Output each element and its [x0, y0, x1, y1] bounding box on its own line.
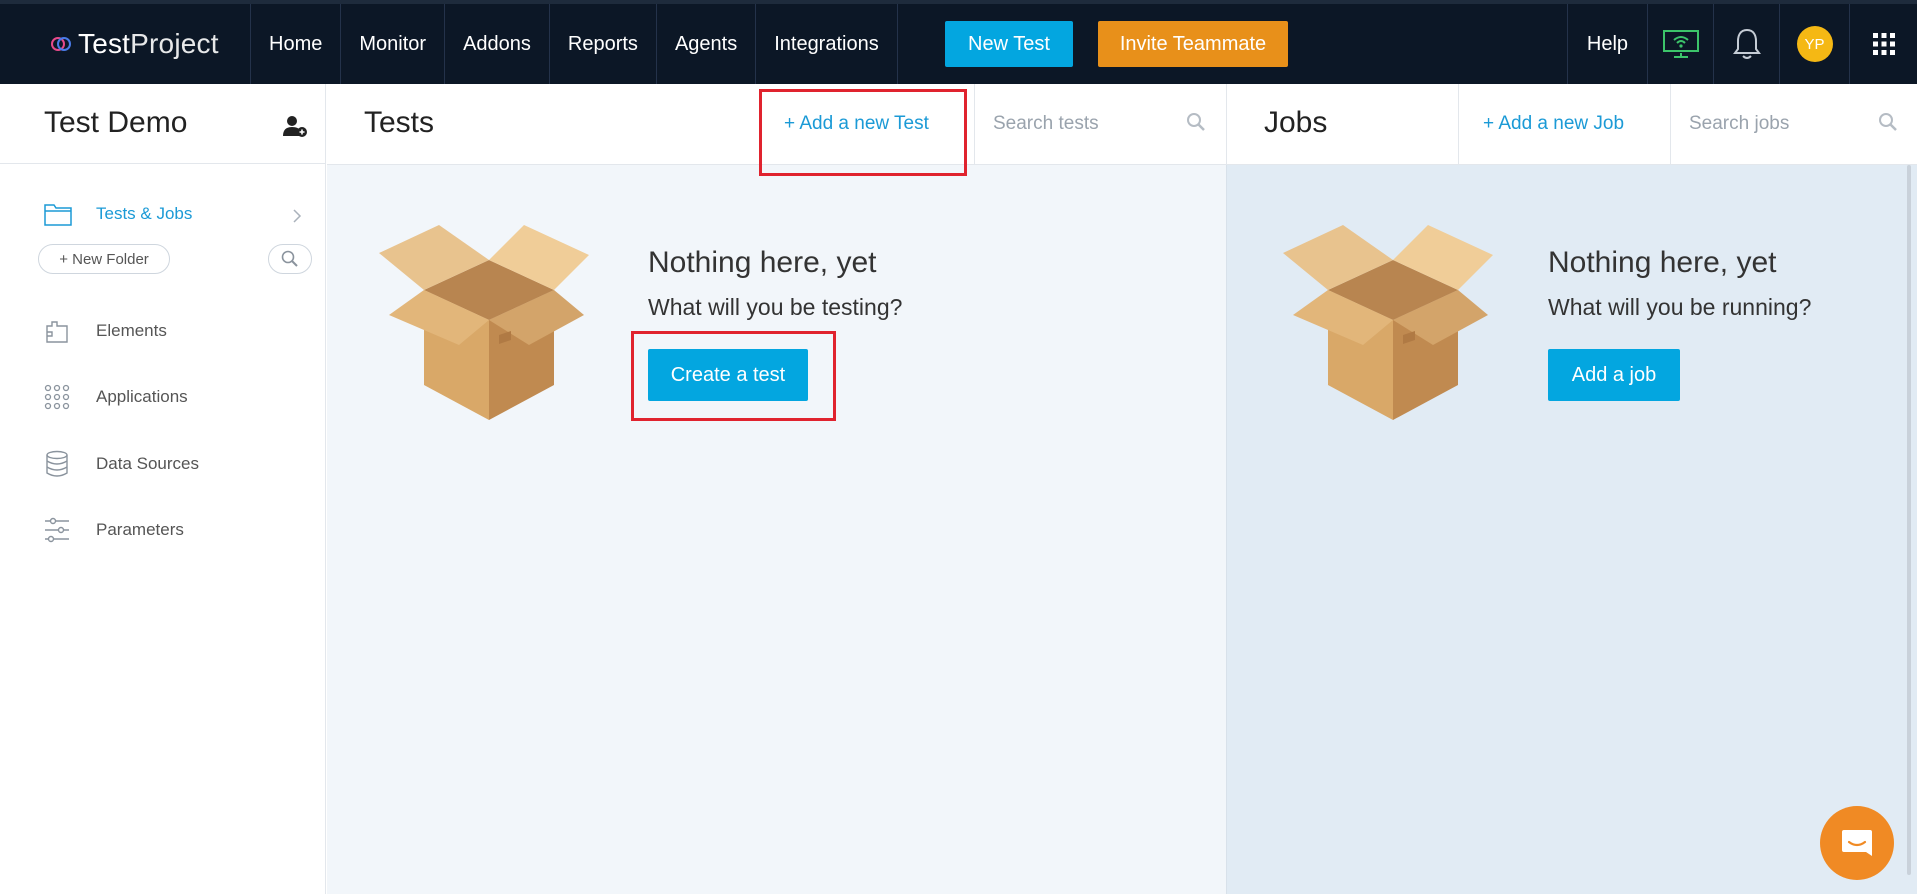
apps-menu-button[interactable] — [1849, 4, 1917, 84]
nav-reports[interactable]: Reports — [548, 4, 656, 84]
scrollbar[interactable] — [1907, 165, 1911, 875]
search-icon — [1187, 113, 1205, 131]
nav-agents[interactable]: Agents — [655, 4, 755, 84]
highlight-create-test — [631, 331, 836, 421]
add-job-button[interactable]: Add a job — [1548, 349, 1680, 401]
jobs-panel-header: Jobs + Add a new Job Search jobs — [1226, 84, 1917, 165]
help-link[interactable]: Help — [1567, 4, 1647, 84]
add-user-button[interactable] — [282, 114, 308, 143]
tests-panel-body: Nothing here, yet What will you be testi… — [327, 165, 1226, 894]
user-menu[interactable]: YP — [1779, 4, 1849, 84]
chat-launcher-button[interactable] — [1820, 806, 1894, 880]
main-nav: Home Monitor Addons Reports Agents Integ… — [250, 4, 898, 84]
sidebar-item-parameters[interactable]: Parameters — [44, 516, 184, 544]
search-icon — [281, 250, 298, 267]
notifications-button[interactable] — [1713, 4, 1779, 84]
empty-box-illustration — [1283, 225, 1493, 420]
search-icon — [1879, 113, 1897, 131]
chevron-right-icon[interactable] — [292, 208, 302, 224]
nav-monitor[interactable]: Monitor — [340, 4, 444, 84]
sidebar-item-label: Parameters — [96, 520, 184, 539]
bell-icon — [1732, 28, 1761, 59]
folder-icon — [44, 204, 72, 226]
search-jobs-placeholder: Search jobs — [1689, 113, 1790, 134]
logo-icon — [51, 37, 71, 51]
sidebar-item-elements[interactable]: Elements — [44, 318, 167, 344]
sidebar-item-label: Applications — [96, 387, 188, 406]
sidebar-item-label: Data Sources — [96, 454, 199, 473]
nav-addons[interactable]: Addons — [444, 4, 549, 84]
sliders-icon — [45, 517, 69, 543]
sidebar-item-data-sources[interactable]: Data Sources — [44, 450, 199, 478]
sidebar-item-label: Tests & Jobs — [96, 204, 193, 223]
logo-text: TestProject — [78, 28, 219, 59]
highlight-add-new-test — [759, 89, 967, 176]
search-jobs-input[interactable]: Search jobs — [1670, 84, 1917, 164]
agent-status-button[interactable] — [1647, 4, 1713, 84]
jobs-panel-body: Nothing here, yet What will you be runni… — [1226, 165, 1917, 894]
jobs-empty-title: Nothing here, yet — [1548, 246, 1777, 279]
avatar: YP — [1796, 26, 1833, 62]
tests-empty-subtitle: What will you be testing? — [648, 294, 903, 320]
nav-home[interactable]: Home — [250, 4, 340, 84]
empty-box-illustration — [379, 225, 589, 420]
nav-integrations[interactable]: Integrations — [755, 4, 898, 84]
jobs-empty-subtitle: What will you be running? — [1548, 294, 1812, 320]
project-title: Test Demo — [44, 106, 188, 139]
grid-menu-icon — [1872, 33, 1895, 55]
top-navigation-bar: TestProject Home Monitor Addons Reports … — [0, 0, 1917, 84]
monitor-wifi-icon — [1662, 30, 1699, 58]
database-icon — [46, 450, 68, 477]
sidebar-item-tests-jobs[interactable]: Tests & Jobs — [44, 202, 192, 226]
testproject-logo[interactable]: TestProject — [50, 28, 219, 60]
project-header: Test Demo — [0, 84, 325, 164]
sidebar-item-applications[interactable]: Applications — [44, 384, 188, 410]
sidebar-search-button[interactable] — [268, 244, 312, 274]
add-new-job-link[interactable]: + Add a new Job — [1458, 84, 1670, 164]
elements-icon — [46, 321, 68, 343]
sidebar: Test Demo Tests & Jobs + New Folder Elem… — [0, 84, 326, 894]
tests-empty-title: Nothing here, yet — [648, 246, 877, 279]
tests-title: Tests — [364, 106, 435, 139]
chat-icon — [1842, 830, 1872, 856]
new-test-button[interactable]: New Test — [945, 21, 1073, 67]
invite-teammate-button[interactable]: Invite Teammate — [1098, 21, 1288, 67]
search-tests-placeholder: Search tests — [993, 113, 1099, 134]
sidebar-item-label: Elements — [96, 321, 167, 340]
jobs-title: Jobs — [1264, 106, 1328, 139]
new-folder-button[interactable]: + New Folder — [38, 244, 170, 274]
applications-icon — [44, 384, 70, 410]
add-user-icon — [283, 116, 307, 137]
top-right-actions: Help YP — [1567, 4, 1917, 84]
search-tests-input[interactable]: Search tests — [974, 84, 1226, 164]
